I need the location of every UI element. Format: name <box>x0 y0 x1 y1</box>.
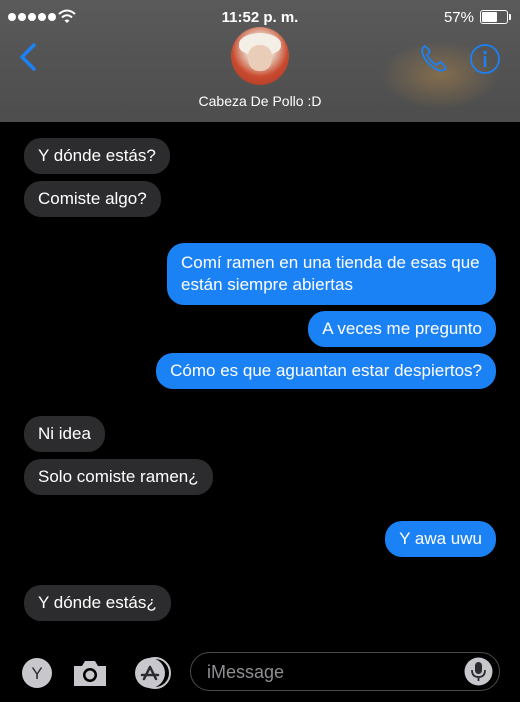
info-icon[interactable] <box>469 43 501 75</box>
chevron-left-icon[interactable] <box>16 42 40 72</box>
message-received[interactable]: Solo comiste ramen¿ <box>24 459 213 495</box>
message-received[interactable]: Y dónde estás? <box>24 138 170 174</box>
svg-text:Y: Y <box>31 664 42 683</box>
conversation-header: 11:52 p. m. 57% Cabeza De Pollo :D <box>0 0 520 122</box>
message-received[interactable]: Ni idea <box>24 416 105 452</box>
message-sent[interactable]: Comí ramen en una tienda de esas que est… <box>167 243 496 305</box>
phone-icon[interactable] <box>418 42 450 74</box>
battery-icon <box>480 10 511 24</box>
y-app-icon[interactable]: Y <box>21 657 53 689</box>
camera-icon[interactable] <box>72 657 108 689</box>
message-thread[interactable]: Y dónde estás? Comiste algo? Comí ramen … <box>0 122 520 642</box>
message-received[interactable]: Y dónde estás¿ <box>24 585 171 621</box>
avatar[interactable] <box>231 27 289 85</box>
message-sent[interactable]: Y awa uwu <box>385 521 496 557</box>
message-received[interactable]: Comiste algo? <box>24 181 161 217</box>
app-store-icon[interactable] <box>129 657 173 689</box>
status-time: 11:52 p. m. <box>221 9 299 26</box>
message-sent[interactable]: A veces me pregunto <box>308 311 496 347</box>
message-input[interactable] <box>207 661 447 683</box>
imessage-field[interactable] <box>190 652 500 691</box>
microphone-icon[interactable] <box>464 657 493 686</box>
message-composer: Y <box>0 640 520 702</box>
message-sent[interactable]: Cómo es que aguantan estar despiertos? <box>156 353 496 389</box>
contact-name[interactable]: Cabeza De Pollo :D <box>0 93 520 109</box>
battery-percent: 57% <box>443 9 474 26</box>
